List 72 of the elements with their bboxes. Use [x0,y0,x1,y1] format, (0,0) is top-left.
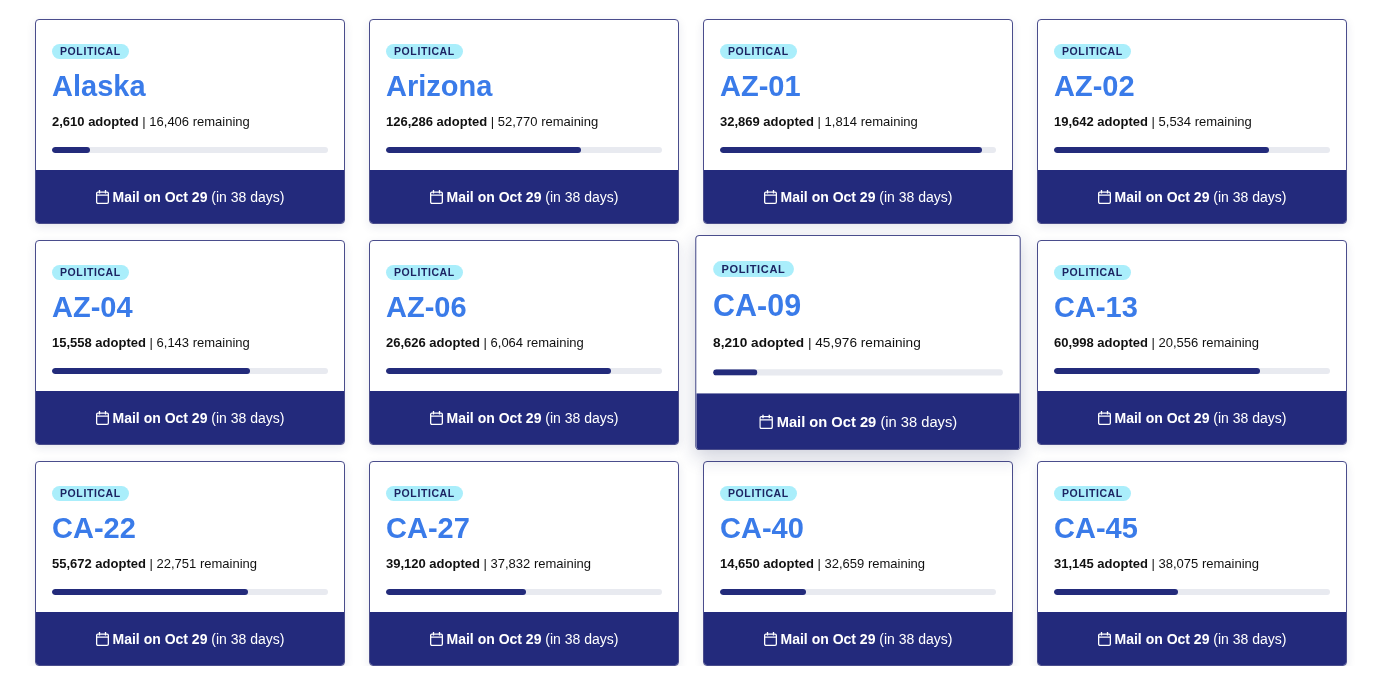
mail-date-text: Mail on Oct 29 (in 38 days) [776,412,958,430]
category-tag: POLITICAL [386,265,463,280]
card-title: AZ-04 [52,290,133,324]
mail-date-text: Mail on Oct 29 (in 38 days) [780,630,953,647]
mail-date-text: Mail on Oct 29 (in 38 days) [1114,188,1287,205]
campaign-card[interactable]: POLITICAL AZ-02 19,642 adopted | 5,534 remaining Mail on Oct 29 (in 38 days) [1037,19,1347,224]
category-tag: POLITICAL [52,44,129,59]
calendar-icon [429,410,443,425]
card-title: Arizona [386,69,493,103]
calendar-icon [95,410,109,425]
card-title: AZ-06 [386,290,467,324]
calendar-icon [95,189,109,204]
card-title: CA-40 [720,511,804,545]
calendar-icon [758,413,773,429]
category-tag: POLITICAL [386,44,463,59]
mail-date-text: Mail on Oct 29 (in 38 days) [1114,630,1287,647]
campaign-card[interactable]: POLITICAL AZ-01 32,869 adopted | 1,814 remaining Mail on Oct 29 (in 38 days) [703,19,1013,224]
calendar-icon [763,189,777,204]
adoption-stats: 39,120 adopted | 37,832 remaining [386,555,591,573]
adoption-stats: 126,286 adopted | 52,770 remaining [386,113,599,131]
card-title: Alaska [52,69,146,103]
calendar-icon [1097,631,1111,646]
mail-date-text: Mail on Oct 29 (in 38 days) [112,188,285,205]
calendar-icon [429,631,443,646]
campaign-card[interactable]: POLITICAL CA-40 14,650 adopted | 32,659 remaining Mail on Oct 29 (in 38 days) [703,461,1013,666]
card-title: AZ-02 [1054,69,1135,103]
card-title: AZ-01 [720,69,801,103]
adoption-stats: 26,626 adopted | 6,064 remaining [386,334,584,352]
campaign-card[interactable]: POLITICAL CA-09 8,210 adopted | 45,976 remaining Mail on Oct 29 (in 38 days) [695,234,1021,451]
category-tag: POLITICAL [1054,44,1131,59]
adoption-stats: 60,998 adopted | 20,556 remaining [1054,334,1259,352]
campaign-card[interactable]: POLITICAL AZ-06 26,626 adopted | 6,064 remaining Mail on Oct 29 (in 38 days) [369,240,679,445]
category-tag: POLITICAL [386,486,463,501]
campaign-card[interactable]: POLITICAL CA-22 55,672 adopted | 22,751 remaining Mail on Oct 29 (in 38 days) [35,461,345,666]
adoption-stats: 8,210 adopted | 45,976 remaining [713,333,921,353]
mail-date-text: Mail on Oct 29 (in 38 days) [112,630,285,647]
mail-date-text: Mail on Oct 29 (in 38 days) [446,409,619,426]
category-tag: POLITICAL [52,265,129,280]
adoption-stats: 14,650 adopted | 32,659 remaining [720,555,925,573]
card-title: CA-22 [52,511,136,545]
mail-date-text: Mail on Oct 29 (in 38 days) [780,188,953,205]
adoption-stats: 2,610 adopted | 16,406 remaining [52,113,250,131]
mail-date-text: Mail on Oct 29 (in 38 days) [1114,409,1287,426]
campaign-card[interactable]: POLITICAL CA-27 39,120 adopted | 37,832 remaining Mail on Oct 29 (in 38 days) [369,461,679,666]
category-tag: POLITICAL [1054,265,1131,280]
card-title: CA-45 [1054,511,1138,545]
card-title: CA-09 [713,287,802,324]
mail-date-text: Mail on Oct 29 (in 38 days) [446,188,619,205]
adoption-stats: 32,869 adopted | 1,814 remaining [720,113,918,131]
campaign-card[interactable]: POLITICAL CA-45 31,145 adopted | 38,075 remaining Mail on Oct 29 (in 38 days) [1037,461,1347,666]
calendar-icon [763,631,777,646]
category-tag: POLITICAL [713,261,794,277]
calendar-icon [1097,189,1111,204]
calendar-icon [95,631,109,646]
adoption-stats: 55,672 adopted | 22,751 remaining [52,555,257,573]
category-tag: POLITICAL [720,44,797,59]
adoption-stats: 19,642 adopted | 5,534 remaining [1054,113,1252,131]
calendar-icon [1097,410,1111,425]
category-tag: POLITICAL [1054,486,1131,501]
calendar-icon [429,189,443,204]
card-title: CA-27 [386,511,470,545]
category-tag: POLITICAL [52,486,129,501]
mail-date-text: Mail on Oct 29 (in 38 days) [446,630,619,647]
adoption-stats: 31,145 adopted | 38,075 remaining [1054,555,1259,573]
mail-date-text: Mail on Oct 29 (in 38 days) [112,409,285,426]
category-tag: POLITICAL [720,486,797,501]
adoption-stats: 15,558 adopted | 6,143 remaining [52,334,250,352]
campaign-card[interactable]: POLITICAL Arizona 126,286 adopted | 52,770 remaining Mail on Oct 29 (in 38 days) [369,19,679,224]
campaign-card[interactable]: POLITICAL CA-13 60,998 adopted | 20,556 remaining Mail on Oct 29 (in 38 days) [1037,240,1347,445]
campaign-card[interactable]: POLITICAL Alaska 2,610 adopted | 16,406 remaining Mail on Oct 29 (in 38 days) [35,19,345,224]
campaign-card[interactable]: POLITICAL AZ-04 15,558 adopted | 6,143 remaining Mail on Oct 29 (in 38 days) [35,240,345,445]
card-title: CA-13 [1054,290,1138,324]
